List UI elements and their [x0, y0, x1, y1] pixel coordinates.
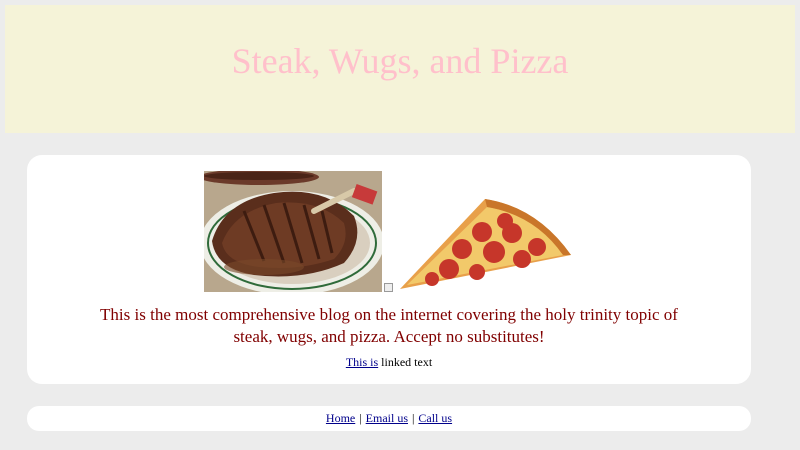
image-row	[27, 171, 751, 293]
site-header: Steak, Wugs, and Pizza	[5, 5, 795, 133]
footer-separator: |	[411, 411, 415, 425]
broken-image-icon	[384, 283, 393, 292]
site-title: Steak, Wugs, and Pizza	[231, 41, 569, 81]
this-is-link[interactable]: This is	[346, 355, 378, 369]
linked-text-suffix: linked text	[378, 355, 433, 369]
pizza-slice-photo	[400, 199, 571, 289]
footer-link-email-us[interactable]: Email us	[366, 411, 408, 426]
footer-link-home[interactable]: Home	[326, 411, 355, 426]
main-content-card: This is the most comprehensive blog on t…	[27, 155, 751, 384]
footer-nav: Home | Email us | Call us	[27, 406, 751, 431]
footer-link-call-us[interactable]: Call us	[418, 411, 452, 426]
intro-text: This is the most comprehensive blog on t…	[100, 305, 678, 346]
linked-text-line: This is linked text	[27, 355, 751, 370]
footer-separator: |	[359, 411, 362, 425]
steak-photo	[204, 171, 382, 292]
